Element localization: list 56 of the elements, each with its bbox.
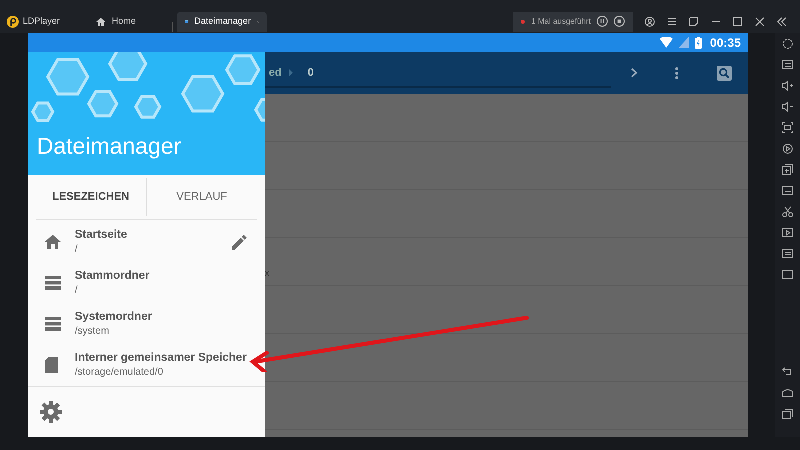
close-icon[interactable] (755, 16, 765, 26)
sd-card-icon (45, 357, 58, 374)
scissors-icon[interactable] (782, 206, 794, 218)
volume-up-icon[interactable] (782, 80, 794, 92)
battery-icon (695, 36, 702, 48)
path-segment[interactable]: 0 (308, 64, 314, 82)
more-vertical-icon[interactable] (675, 66, 679, 80)
app-tab[interactable]: Dateimanager (177, 12, 267, 32)
home-button-icon[interactable] (782, 387, 794, 399)
app-tab[interactable]: Home (88, 12, 168, 32)
settings-icon[interactable] (782, 38, 794, 50)
stop-icon[interactable] (614, 16, 625, 27)
edit-icon[interactable] (232, 234, 247, 250)
wifi-icon (660, 37, 674, 48)
bookmark-path: / (75, 244, 79, 256)
no-signal-icon (679, 37, 690, 48)
logo-icon (7, 16, 19, 28)
app-name: LDPlayer (23, 14, 60, 28)
home-icon (96, 16, 106, 26)
bookmark-item[interactable]: Interner gemeinsamer Speicher /storage/emulated/0 (28, 344, 265, 386)
bookmark-path: / (75, 284, 79, 298)
maximize-icon[interactable] (733, 16, 743, 26)
bookmark-path: /system (75, 326, 110, 338)
search-icon[interactable] (717, 66, 732, 80)
bookmark-item[interactable]: Systemordner /system (28, 304, 265, 345)
screenshot-icon[interactable] (782, 122, 794, 134)
collapse-icon[interactable] (777, 16, 787, 26)
menu-icon[interactable] (667, 16, 677, 26)
video-icon[interactable] (782, 227, 794, 239)
pause-icon[interactable] (597, 16, 608, 27)
chevron-right-icon[interactable] (631, 68, 638, 78)
bookmark-item[interactable]: Startseite / (28, 222, 265, 263)
storage-icon (45, 317, 61, 332)
account-icon[interactable] (645, 16, 655, 26)
path-arrow-icon (288, 69, 293, 77)
drawer-tab[interactable]: LESEZEICHEN (36, 175, 146, 219)
path-segment[interactable]: ed (269, 64, 282, 82)
bookmark-title: Stammordner (75, 269, 150, 284)
drawer-tab[interactable]: VERLAUF (147, 175, 257, 219)
bookmark-item[interactable]: Stammordner / (28, 262, 265, 304)
run-status: 1 Mal ausgeführt (531, 16, 591, 28)
drawer-title: Dateimanager (36, 132, 182, 161)
storage-icon (45, 276, 61, 290)
home-icon (45, 235, 61, 250)
keyboard-icon[interactable] (782, 59, 794, 71)
bookmark-title: Systemordner (75, 310, 152, 325)
volume-down-icon[interactable] (782, 101, 794, 113)
clock: 00:35 (710, 34, 741, 52)
status-dot-icon (521, 20, 526, 24)
more-icon[interactable] (782, 269, 794, 281)
recent-apps-icon[interactable] (782, 408, 794, 420)
bookmark-path: /storage/emulated/0 (75, 366, 164, 380)
bookmark-title: Interner gemeinsamer Speicher (75, 351, 247, 366)
add-window-icon[interactable] (782, 164, 794, 176)
back-icon[interactable] (782, 366, 794, 378)
bookmark-title: Startseite (75, 228, 128, 243)
